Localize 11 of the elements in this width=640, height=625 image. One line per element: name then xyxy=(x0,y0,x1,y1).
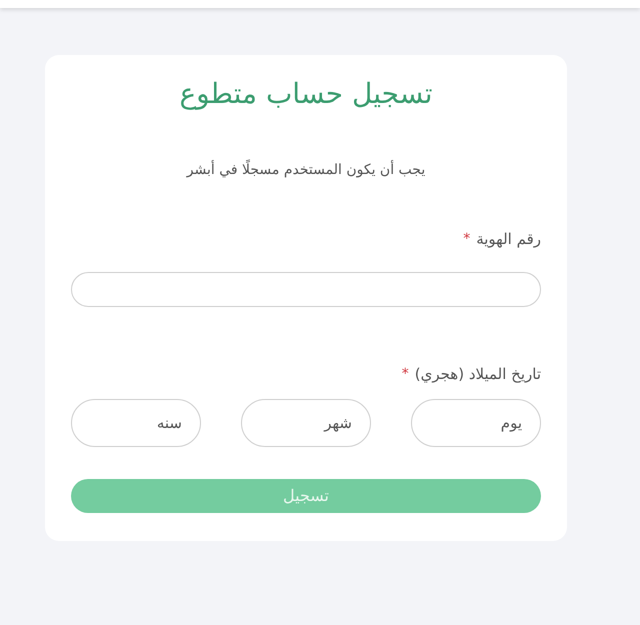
date-field[interactable]: سنه xyxy=(71,398,201,446)
date-field[interactable]: يوم xyxy=(411,398,541,446)
date-field[interactable]: شهر xyxy=(241,398,371,446)
required-mark: * xyxy=(402,366,409,382)
field-label: تاريخ الميلاد (هجري) xyxy=(414,364,541,382)
id-number-field[interactable] xyxy=(71,272,541,306)
required-mark: * xyxy=(463,231,470,247)
field-label: رقم الهوية xyxy=(476,230,541,248)
form-title: تسجيل حساب متطوع xyxy=(178,77,434,110)
register-button[interactable]: تسجيل xyxy=(71,478,541,513)
subtitle: يجب أن يكون المستخدم مسجلًا في أبشر xyxy=(71,162,541,178)
